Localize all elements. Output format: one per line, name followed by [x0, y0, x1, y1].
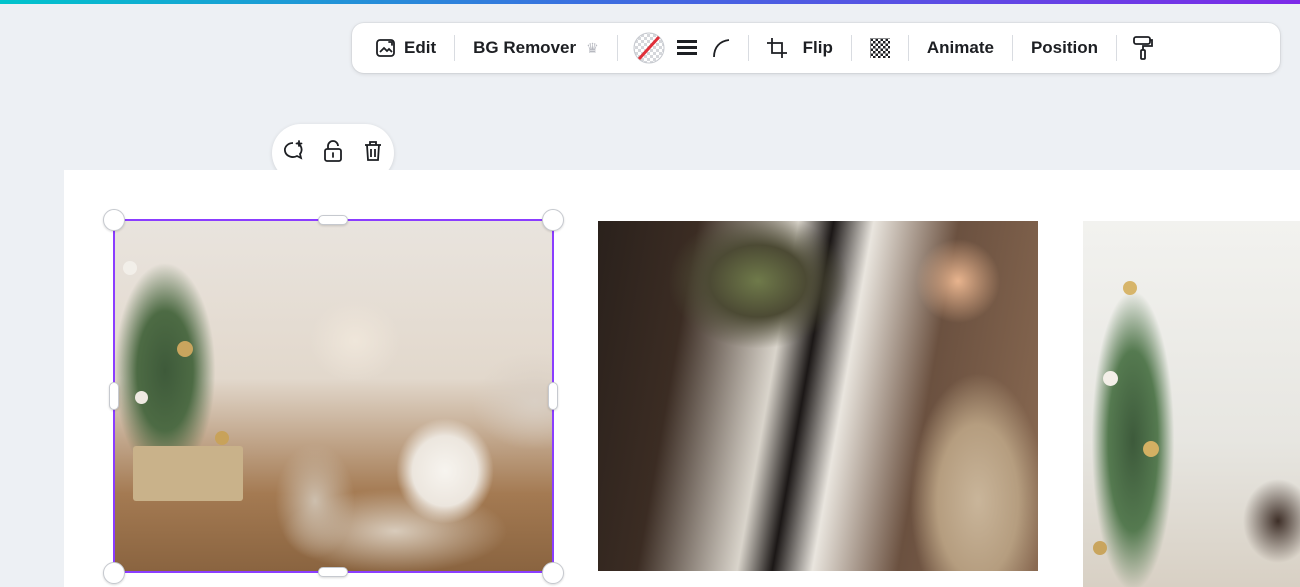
position-label: Position — [1030, 38, 1099, 57]
resize-handle-left[interactable] — [109, 382, 119, 410]
border-color-button[interactable] — [628, 30, 670, 66]
tree-ornament — [1143, 441, 1159, 457]
resize-handle-bottom-right[interactable] — [542, 562, 564, 584]
crown-icon: ♛ — [586, 39, 599, 56]
toolbar-divider — [747, 35, 749, 61]
toolbar-divider — [616, 35, 618, 61]
crop-button[interactable] — [759, 30, 795, 66]
flip-button[interactable]: Flip — [795, 30, 841, 66]
toolbar-divider — [1011, 35, 1013, 61]
tree-ornament — [1123, 281, 1137, 295]
no-color-swatch-icon — [632, 31, 666, 65]
paint-roller-icon — [1131, 35, 1155, 61]
add-comment-button[interactable] — [280, 139, 306, 168]
selection-frame — [113, 219, 554, 573]
copy-style-button[interactable] — [1127, 30, 1159, 66]
bg-remover-label: BG Remover — [473, 38, 577, 57]
toolbar-divider — [907, 35, 909, 61]
transparency-button[interactable] — [862, 30, 898, 66]
image-edit-icon — [374, 36, 398, 60]
resize-handle-top-right[interactable] — [542, 209, 564, 231]
animate-label: Animate — [926, 38, 994, 57]
toolbar-divider — [454, 35, 456, 61]
corner-rounding-icon — [710, 37, 732, 59]
bg-remover-button[interactable]: BG Remover ♛ — [465, 30, 607, 66]
resize-handle-top-left[interactable] — [103, 209, 125, 231]
resize-handle-top[interactable] — [318, 215, 348, 225]
image-context-toolbar: Edit BG Remover ♛ Flip Animate Position — [352, 23, 1280, 73]
edit-image-button[interactable]: Edit — [366, 30, 444, 66]
border-style-button[interactable] — [670, 30, 704, 66]
border-style-icon — [676, 38, 698, 58]
edit-label: Edit — [404, 38, 437, 57]
tree-ornament — [1103, 371, 1118, 386]
piano-photo[interactable] — [598, 221, 1038, 571]
corner-rounding-button[interactable] — [704, 30, 738, 66]
resize-handle-bottom-left[interactable] — [103, 562, 125, 584]
crop-icon — [765, 36, 789, 60]
transparency-checker-icon — [868, 36, 892, 60]
lock-icon — [322, 139, 344, 168]
flip-label: Flip — [802, 38, 833, 57]
add-comment-icon — [281, 139, 305, 168]
toolbar-divider — [1116, 35, 1118, 61]
position-button[interactable]: Position — [1023, 30, 1106, 66]
animate-button[interactable]: Animate — [919, 30, 1002, 66]
tree-ornament — [1093, 541, 1107, 555]
toolbar-divider — [850, 35, 852, 61]
lock-button[interactable] — [320, 139, 346, 168]
delete-button[interactable] — [360, 140, 386, 166]
resize-handle-right[interactable] — [548, 382, 558, 410]
resize-handle-bottom[interactable] — [318, 567, 348, 577]
christmas-tree-photo[interactable] — [1083, 221, 1300, 587]
trash-icon — [362, 139, 384, 168]
